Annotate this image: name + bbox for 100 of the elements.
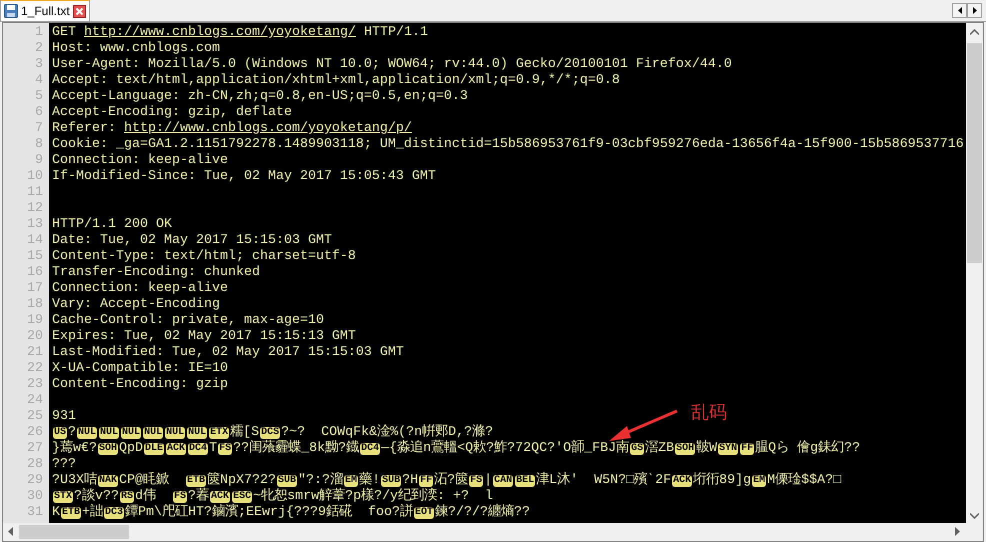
control-char-badge: DC3 [104,507,124,519]
scroll-up-icon[interactable] [970,29,979,35]
line-number: 26 [26,425,44,441]
code-text: K [52,505,60,521]
code-text: Accept: text/html,application/xhtml+xml,application/xml;q=0.9,*/*;q=0.8 [52,73,620,89]
control-char-badge: GS [630,443,644,455]
control-char-badge: ESC [232,491,252,503]
control-char-badge: ETB [186,475,206,487]
scroll-tabs-right-button[interactable] [967,3,982,18]
control-char-badge: BEL [515,475,536,487]
url-link[interactable]: http://www.cnblogs.com/yoyoketang/ [84,25,356,41]
control-char-badge: NUL [77,427,98,439]
code-text: }蔫w€? [52,441,97,457]
control-char-badge: NUL [143,427,164,439]
code-text: Connection: keep-alive [52,281,228,297]
line-number: 17 [26,281,44,297]
code-text: 鞁W [696,441,718,457]
code-text: Cookie: _ga=GA1.2.1151792278.1489903118; UM_distinctid=15b586953761f9-03cbf959276eda-13656f4a-15f900-15b5869537716 [52,137,964,153]
code-text: 滘ZB [645,441,674,457]
line-number: 16 [26,265,44,281]
code-text: 沰?篋 [434,473,468,488]
code-text: "?:?溜 [298,473,344,488]
control-char-badge: FS [218,443,232,455]
code-text: 垳衎89]g [693,473,752,489]
line-number: 15 [26,249,44,265]
line-number: 20 [26,329,44,345]
code-text: QpD [119,441,144,457]
code-text: +詘 [82,505,104,521]
scrollbar-thumb[interactable] [19,525,129,539]
control-char-badge: DLE [144,443,164,455]
control-char-badge: ETX [209,427,230,439]
code-text: ?萶 [188,489,210,505]
code-text: ~牝恕smrw觪葦?p樣?/y纪到湙: +? l [253,489,494,504]
control-char-badge: NAK [98,475,118,487]
annotation-label: 乱码 [691,401,727,424]
control-char-badge: ACK [210,491,230,503]
code-text: 藥! [359,473,380,488]
code-text: ?~? COWqFk&淦%(?n帲郠D,?滌? [281,425,494,440]
code-text: Content-Type: text/html; charset=utf-8 [52,249,356,265]
control-char-badge: EM [752,475,766,487]
scrollbar-thumb[interactable] [967,43,982,263]
code-text: Connection: keep-alive [52,153,228,169]
code-text: M傈琻$$A?□ [767,473,842,489]
control-char-badge: ACK [166,443,186,455]
control-char-badge: STX [53,491,74,503]
code-text: ?談v?? [74,489,120,504]
line-number: 18 [26,297,44,313]
control-char-badge: SUB [277,475,298,487]
code-text: Cache-Control: private, max-age=10 [52,313,324,329]
url-link[interactable]: http://www.cnblogs.com/yoyoketang/p/ [124,121,412,137]
line-number: 3 [34,57,44,73]
caret-right-icon [972,7,976,14]
line-number: 13 [26,217,44,233]
code-text: —{淼追n鷰轀<Q欶?鮓?72QC?'O韴_FBJ南 [381,441,630,457]
code-text: Expires: Tue, 02 May 2017 15:15:13 GMT [52,329,356,345]
code-text: T [209,441,218,457]
code-text: HTTP/1.1 [362,25,428,41]
control-char-badge: CAN [493,475,514,487]
line-number: 9 [34,153,44,169]
code-text: ? [68,425,76,440]
line-number: 21 [26,345,44,361]
line-number: 10 [26,169,44,185]
code-text: 津L沐' W5N?□殯ˋ2F [536,473,672,489]
line-number: 6 [34,105,44,121]
line-number: 1 [34,25,44,41]
close-icon[interactable] [72,4,86,18]
line-number: 2 [34,41,44,57]
control-char-badge: DC4 [360,443,380,455]
control-char-badge: SOH [675,443,696,455]
control-char-badge: SUB [381,475,402,487]
code-text: ??? [52,457,76,473]
line-number: 23 [26,377,44,393]
code-text: Date: Tue, 02 May 2017 15:15:03 GMT [52,233,332,249]
code-text: Content-Encoding: gzip [52,377,228,393]
code-text: Accept-Encoding: gzip, deflate [52,105,292,121]
line-number: 11 [26,185,44,201]
tab-label: 1_Full.txt [21,3,70,20]
control-char-badge: US [53,427,68,439]
code-text: 腽Qら 儈g銇幻?? [755,441,860,457]
code-text: 鐔Pm\戺矼HT?鏀濱;EEwrj{???9銛硴 foo?誁 [125,505,413,521]
code-text: 篋NpX7?2? [207,473,276,488]
line-number: 5 [34,89,44,105]
control-char-badge: FF [419,475,434,487]
control-char-badge: DC4 [188,443,208,455]
line-number: 12 [26,201,44,217]
line-number: 22 [26,361,44,377]
scroll-tabs-left-button[interactable] [952,3,967,18]
control-char-badge: DCS [260,427,280,439]
control-char-badge: RS [120,491,134,503]
control-char-badge: NUL [99,427,120,439]
code-text: ??闺蕵霾蝶_8k黝?鐡 [233,441,360,457]
code-text: 931 [52,409,76,425]
line-number: 14 [26,233,44,249]
code-text: Transfer-Encoding: chunked [52,265,260,281]
file-tab[interactable]: 1_Full.txt [0,0,90,21]
code-text: If-Modified-Since: Tue, 02 May 2017 15:05:43 GMT [52,169,436,185]
code-text: HTTP/1.1 200 OK [52,217,172,233]
control-char-badge: ETB [61,507,82,519]
scroll-down-icon[interactable] [970,513,979,519]
control-char-badge: NUL [165,427,186,439]
